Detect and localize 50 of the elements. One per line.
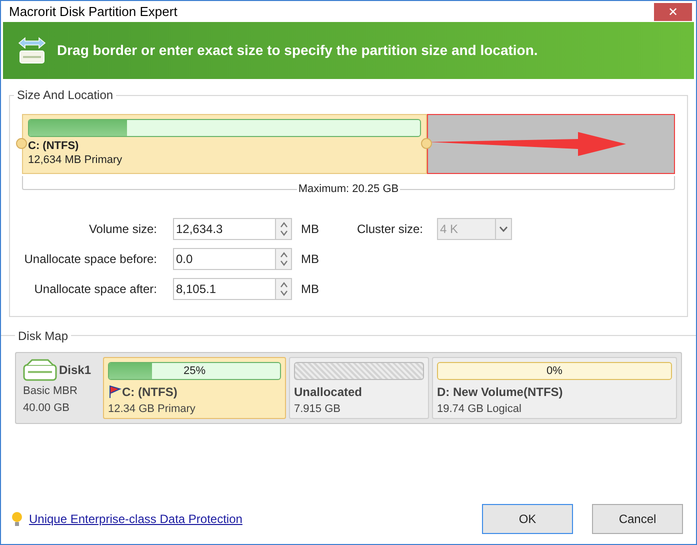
unit-label: MB — [301, 221, 319, 238]
number-field[interactable]: 12,634.3 — [173, 218, 292, 240]
window-title: Macrorit Disk Partition Expert — [9, 2, 178, 21]
partition-name: D: New Volume(NTFS) — [437, 384, 563, 401]
disk-size: 40.00 GB — [23, 400, 70, 416]
partition-block[interactable]: Unallocated 7.915 GB — [289, 357, 429, 419]
unit-label: MB — [301, 251, 319, 268]
dialog-button[interactable]: Cancel — [592, 504, 683, 534]
spin-buttons[interactable] — [275, 279, 291, 299]
resize-drive-icon — [17, 36, 47, 66]
partition-detail: 12,634 MB Primary — [28, 153, 124, 167]
field-label: Unallocate space before: — [23, 251, 158, 268]
spin-arrows-icon — [280, 221, 288, 237]
dropdown-value: 4 K — [439, 221, 460, 238]
partition-block[interactable]: 0% D: New Volume(NTFS) 19.74 GB Logical — [432, 357, 677, 419]
usage-percent: 0% — [546, 364, 564, 379]
spin-buttons[interactable] — [275, 249, 291, 269]
disk-icon — [23, 359, 57, 381]
number-field[interactable]: 0.0 — [173, 248, 292, 270]
number-input[interactable]: 0.0 — [174, 249, 275, 269]
banner-text: Drag border or enter exact size to specify the partition size and location. — [57, 41, 538, 60]
spin-arrows-icon — [280, 281, 288, 297]
partition-detail: 19.74 GB Logical — [437, 402, 522, 417]
number-input[interactable]: 8,105.1 — [174, 279, 275, 299]
usage-percent: 25% — [182, 364, 207, 379]
partition-detail: 7.915 GB — [294, 402, 342, 417]
partition-name: C: (NTFS) — [122, 384, 178, 401]
chevron-down-icon — [499, 226, 508, 232]
field-label: Cluster size: — [357, 221, 424, 238]
disk-name: Disk1 — [59, 362, 92, 379]
partition-block[interactable]: 25% C: (NTFS) 12.34 GB Primary — [103, 357, 286, 419]
maximum-label: Maximum: 20.25 GB — [297, 182, 400, 195]
field-label: Unallocate space after: — [33, 281, 158, 298]
unit-label: MB — [301, 281, 319, 298]
partition-slider[interactable]: C: (NTFS) 12,634 MB Primary — [16, 114, 681, 174]
dialog-button[interactable]: OK — [482, 504, 573, 534]
disk-type: Basic MBR — [23, 384, 78, 399]
protection-link[interactable]: Unique Enterprise-class Data Protection — [29, 510, 242, 528]
partition-detail: 12.34 GB Primary — [108, 402, 196, 417]
number-input[interactable]: 12,634.3 — [174, 219, 275, 239]
field-label: Volume size: — [88, 221, 158, 238]
number-field[interactable]: 8,105.1 — [173, 278, 292, 300]
partition-extent[interactable]: C: (NTFS) 12,634 MB Primary — [22, 114, 427, 174]
left-handle[interactable] — [16, 138, 27, 149]
close-button[interactable]: ✕ — [654, 2, 692, 20]
lightbulb-icon — [11, 511, 23, 527]
partition-name: Unallocated — [294, 384, 362, 401]
partition-name: C: (NTFS) — [28, 139, 80, 153]
spin-arrows-icon — [280, 251, 288, 267]
spin-buttons[interactable] — [275, 219, 291, 239]
